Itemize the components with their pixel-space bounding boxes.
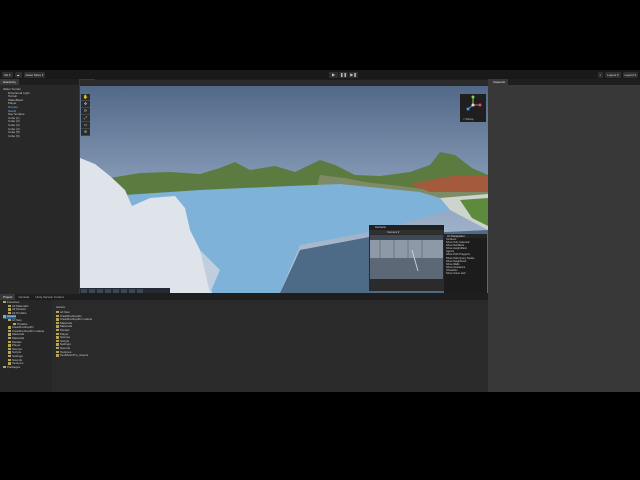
folder-icon bbox=[8, 347, 11, 351]
folder-icon bbox=[8, 358, 11, 361]
account-button[interactable]: SH ▾ bbox=[2, 71, 13, 78]
folder-icon bbox=[56, 325, 59, 328]
folder-icon bbox=[56, 343, 59, 346]
folder-icon bbox=[8, 344, 11, 347]
project-panel: Project Console Unity Version Control Fa… bbox=[0, 294, 488, 392]
rotate-tool-icon[interactable]: ⟳ bbox=[81, 108, 90, 115]
camera-preview bbox=[370, 235, 443, 279]
axis-gizmo-icon bbox=[466, 95, 482, 111]
asset-item[interactable]: TextMeshPro_Assets bbox=[56, 353, 89, 358]
ai-navigation-overlay[interactable]: AI Navigation Surfaces Show Only Selected… bbox=[444, 234, 487, 293]
folder-icon bbox=[8, 319, 11, 322]
folder-icon bbox=[56, 311, 59, 314]
overlay-icon[interactable] bbox=[105, 288, 111, 293]
play-icon[interactable]: ▶ bbox=[329, 71, 338, 78]
scene-overlay-toolbar bbox=[80, 288, 170, 293]
folder-icon bbox=[8, 340, 11, 343]
overlay-icon[interactable] bbox=[97, 288, 103, 293]
project-tree: Favorites All Materials All Models All Pref… bbox=[0, 300, 52, 392]
folder-icon bbox=[8, 351, 11, 354]
main-toolbar: SH ▾ ☁ Asset Store ▾ ▶ ❚❚ ▶❚ ⌕ Layers ▾ … bbox=[0, 70, 640, 79]
asset-store-button[interactable]: Asset Store ▾ bbox=[23, 71, 46, 78]
rect-tool-icon[interactable]: ▭ bbox=[81, 122, 90, 129]
folder-icon bbox=[56, 347, 59, 350]
inspector-panel: Inspector bbox=[490, 79, 640, 392]
tool-palette: ✋ ✥ ⟳ ⤢ ▭ ⊕ bbox=[81, 94, 90, 136]
folder-icon bbox=[56, 318, 59, 321]
overlay-icon[interactable] bbox=[137, 288, 143, 293]
project-tree-label: Packages bbox=[7, 364, 21, 369]
scene-toolbar bbox=[80, 80, 488, 86]
play-controls: ▶ ❚❚ ▶❚ bbox=[329, 71, 359, 78]
folder-icon bbox=[8, 308, 11, 311]
camera-preview-image bbox=[370, 235, 443, 279]
folder-icon bbox=[3, 315, 6, 318]
search-icon[interactable]: ⌕ bbox=[597, 71, 604, 78]
ai-navigation-options: Surfaces Show Only Selected Show NavMesh Sh… bbox=[444, 238, 487, 275]
folder-icon bbox=[56, 354, 59, 357]
toolbar-right: ⌕ Layers ▾ Layout ▾ bbox=[596, 71, 638, 78]
folder-icon bbox=[8, 355, 11, 358]
folder-icon bbox=[8, 329, 11, 333]
tab-inspector[interactable]: Inspector bbox=[490, 79, 509, 85]
overlay-icon[interactable] bbox=[81, 288, 87, 293]
scene-viewport[interactable]: ✋ ✥ ⟳ ⤢ ▭ ⊕ < Persp Camera Camera ▾ AI N… bbox=[80, 80, 488, 293]
tab-hierarchy[interactable]: Hierarchy bbox=[0, 79, 19, 85]
orientation-gizmo[interactable]: < Persp bbox=[460, 94, 486, 122]
folder-icon bbox=[8, 337, 11, 340]
cloud-icon[interactable]: ☁ bbox=[14, 71, 22, 78]
asset-label: TextMeshPro_Assets bbox=[60, 353, 89, 358]
ai-navigation-option[interactable]: Show Carve Hull bbox=[444, 272, 487, 275]
folder-icon bbox=[56, 332, 59, 335]
folder-icon bbox=[56, 329, 59, 332]
hierarchy-panel: Hierarchy Water Terrain Directional Light… bbox=[0, 79, 79, 294]
pause-icon[interactable]: ❚❚ bbox=[339, 71, 348, 78]
camera-preview-overlay[interactable]: Camera Camera ▾ bbox=[369, 225, 444, 291]
overlay-icon[interactable] bbox=[113, 288, 119, 293]
layout-dropdown[interactable]: Layout ▾ bbox=[622, 71, 638, 78]
persp-label[interactable]: < Persp bbox=[463, 117, 473, 121]
overlay-icon[interactable] bbox=[89, 288, 95, 293]
move-tool-icon[interactable]: ✥ bbox=[81, 101, 90, 108]
camera-dropdown[interactable]: Camera ▾ bbox=[387, 230, 399, 234]
overlay-icon[interactable] bbox=[121, 288, 127, 293]
folder-icon bbox=[56, 350, 59, 353]
folder-icon bbox=[56, 336, 59, 339]
folder-icon bbox=[56, 314, 59, 317]
folder-icon bbox=[8, 304, 11, 307]
folder-icon bbox=[3, 365, 6, 369]
folder-icon bbox=[8, 333, 11, 336]
scale-tool-icon[interactable]: ⤢ bbox=[81, 115, 90, 122]
folder-icon bbox=[56, 321, 59, 325]
layers-dropdown[interactable]: Layers ▾ bbox=[605, 71, 621, 78]
project-tree-item[interactable]: Packages bbox=[3, 364, 21, 370]
overlay-icon[interactable] bbox=[129, 288, 135, 293]
folder-icon bbox=[56, 339, 59, 343]
hand-tool-icon[interactable]: ✋ bbox=[81, 94, 90, 101]
folder-icon bbox=[8, 326, 11, 329]
step-icon[interactable]: ▶❚ bbox=[349, 71, 358, 78]
transform-tool-icon[interactable]: ⊕ bbox=[81, 129, 90, 136]
hierarchy-item[interactable]: Cube (6) bbox=[8, 134, 20, 139]
folder-icon bbox=[3, 301, 6, 304]
